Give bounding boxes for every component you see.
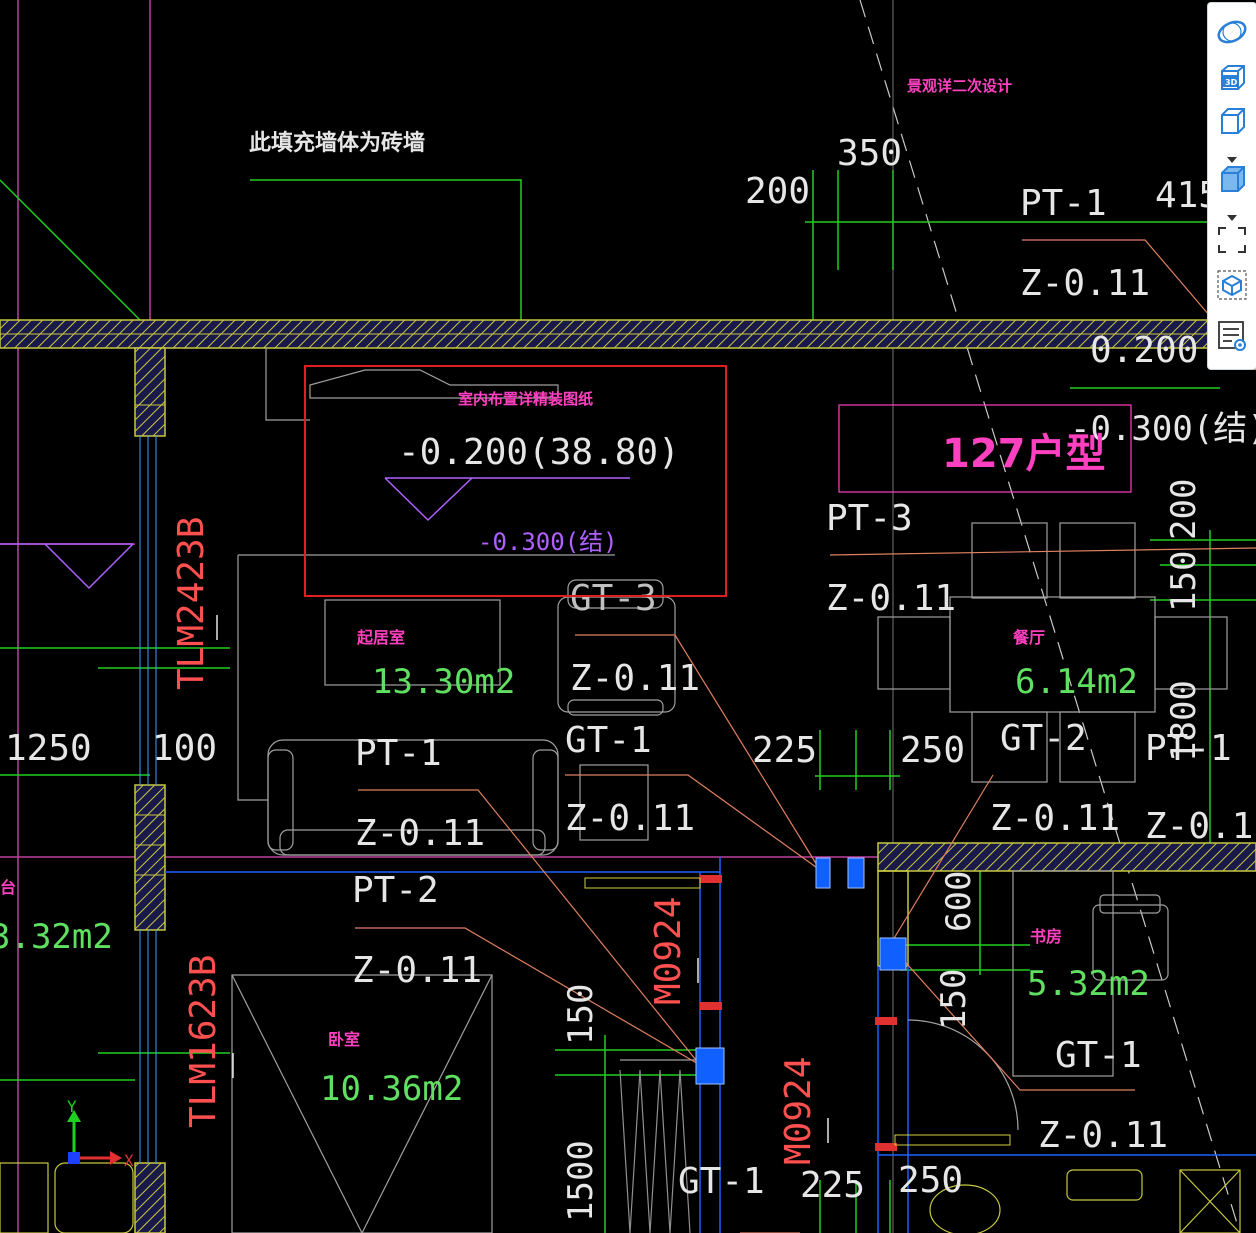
cube-icon[interactable] [1214,105,1250,139]
selection-highlight-box [304,365,727,597]
dim-100: 100 [152,728,217,769]
3d-view-icon[interactable]: 3D [1214,61,1250,95]
tag-gt1-mid: GT-1 [565,720,652,761]
tag-z011-gt1: Z-0.11 [565,798,695,839]
dim-200-top: 200 [745,171,810,212]
window-tlm2423b: TLM2423B [171,517,212,690]
dim-1250: 1250 [5,728,92,769]
interior-walls [165,857,721,1233]
room-area: 6.14m2 [1015,662,1138,702]
box-view-icon[interactable] [1214,268,1250,302]
room-study: 书房 5.32m2 [1027,927,1150,1004]
dim-200-v: 200 [1164,479,1204,540]
wall-left [134,347,166,1233]
note-landscape: 景观详二次设计 [907,77,1012,95]
cube-filled-icon[interactable] [1214,163,1250,197]
dim-600-v: 600 [939,871,979,932]
window-tlm1623b: TLM1623B [183,955,224,1128]
door-m0924-b: M0924 [778,1057,819,1165]
dim-250-bot: 250 [898,1160,963,1201]
svg-text:3D: 3D [1225,78,1238,87]
dim-1800-v: 1800 [1164,680,1204,762]
chevron-down-icon[interactable] [1226,149,1238,163]
tag-z011-gt3: Z-0.11 [570,658,700,699]
tag-gt2: GT-2 [1000,718,1087,759]
room-bedroom: 卧室 10.36m2 [320,1030,463,1109]
door-m0924-a: M0924 [648,897,689,1005]
tag-pt2: PT-2 [352,870,439,911]
dim-150-v3: 150 [561,984,601,1045]
room-dining: 餐厅 6.14m2 [1012,628,1138,702]
room-area: 3.32m2 [0,917,113,957]
room-name: 餐厅 [1012,628,1045,647]
fullscreen-icon[interactable] [1214,223,1250,257]
note-infill-wall: 此填充墙体为砖墙 [249,130,425,156]
room-area: 10.36m2 [320,1069,463,1109]
room-area: 5.32m2 [1027,964,1150,1004]
ucs-icon: Y X [67,1097,134,1170]
orbit-icon[interactable] [1214,15,1250,49]
dim-350: 350 [837,133,902,174]
tag-z011-pt1: Z-0.11 [355,813,485,854]
dim-1500-v: 1500 [561,1140,601,1222]
dim-250-mid: 250 [900,730,965,771]
level-z011-top: Z-0.11 [1020,263,1150,304]
unit-type-label: 127户型 [942,431,1106,477]
level-pt1-top: PT-1 [1020,183,1107,224]
tag-pt3: PT-3 [826,498,913,539]
dim-225-bot: 225 [800,1165,865,1206]
ucs-y-label: Y [67,1097,77,1116]
room-name: 起居室 [356,628,405,647]
tag-z011-study: Z-0.11 [1038,1115,1168,1156]
dim-150-v2: 150 [934,969,974,1030]
room-living: 起居室 13.30m2 [356,628,515,702]
tag-z011-pt3: Z-0.11 [826,578,956,619]
tag-z011-gt2: Z-0.11 [990,798,1120,839]
chevron-down-icon[interactable] [1226,207,1238,221]
ucs-x-label: X [124,1151,134,1170]
level-0200: 0.200 [1090,330,1198,371]
room-area: 13.30m2 [372,662,515,702]
tick-marks [216,615,829,1143]
room-balcony: 台 3.32m2 [0,878,113,957]
room-name: 台 [0,878,16,897]
tag-z011-right: Z-0.11 [1145,806,1256,847]
room-name: 卧室 [328,1030,360,1049]
tag-z011-pt2: Z-0.11 [352,950,482,991]
view-toolbar: 3D [1207,2,1256,370]
room-name: 书房 [1030,927,1062,946]
cad-drawing-canvas[interactable]: Y X 此填充墙体为砖墙 景观详二次设计 室内布置详精装图纸 350 200 4… [0,0,1256,1233]
property-list-icon[interactable] [1214,319,1250,353]
tag-gt1-study: GT-1 [1055,1035,1142,1076]
tag-pt1-mid: PT-1 [355,733,442,774]
dim-225-mid: 225 [752,730,817,771]
dim-150-v: 150 [1164,551,1204,612]
tag-gt1-bottom: GT-1 [678,1161,765,1202]
